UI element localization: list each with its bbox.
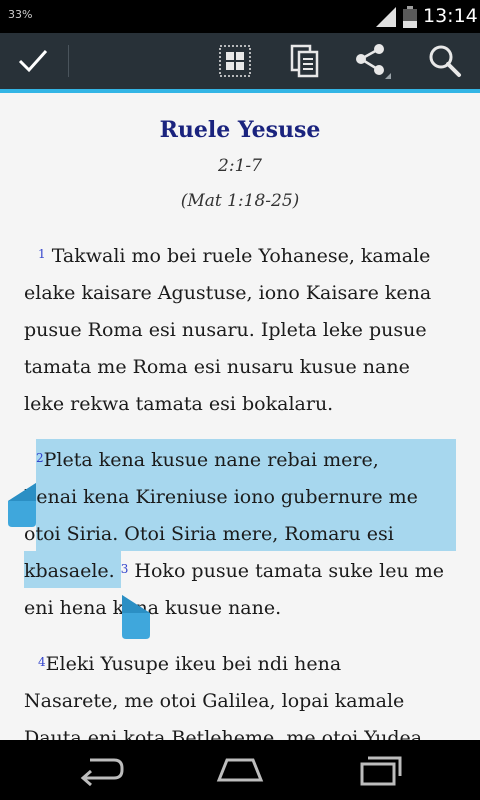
home-icon[interactable] xyxy=(215,752,265,788)
verse-4-continuation[interactable]: Nasarete, me otoi Galilea, lopai kamale … xyxy=(24,683,464,740)
checkmark-icon xyxy=(18,49,48,73)
verse-number: 1 xyxy=(38,247,46,261)
parallel-reference: (Mat 1:18-25) xyxy=(180,191,300,211)
verse-1-continuation[interactable]: elake kaisare Agustuse, iono Kaisare ken… xyxy=(24,275,464,423)
select-verses-button[interactable] xyxy=(215,41,255,81)
verse-2-continuation[interactable]: henai kena Kireniuse iono gubernure me o… xyxy=(24,479,464,627)
navigation-bar xyxy=(0,740,480,800)
copy-icon xyxy=(290,44,319,78)
signal-icon xyxy=(376,7,396,27)
grid-icon xyxy=(219,45,251,77)
copy-button[interactable] xyxy=(285,41,325,81)
share-icon xyxy=(356,44,391,79)
reader-content[interactable]: Ruele Yesuse 2:1-7 (Mat 1:18-25) 1 Takwa… xyxy=(0,93,480,740)
clock: 13:14 xyxy=(423,5,478,27)
done-button[interactable] xyxy=(13,41,53,81)
status-bar: 33% 13:14 xyxy=(0,0,480,33)
section-heading: Ruele Yesuse xyxy=(159,117,321,143)
selection-end-handle[interactable] xyxy=(120,595,150,639)
verse-1[interactable]: 1 Takwali mo bei ruele Yohanese, kamale xyxy=(24,238,464,275)
verse-number: 4 xyxy=(38,655,46,669)
search-button[interactable] xyxy=(425,41,465,81)
chapter-reference: 2:1-7 xyxy=(218,156,262,176)
recent-apps-icon[interactable] xyxy=(358,752,404,788)
search-icon xyxy=(429,45,461,77)
selection-start-handle[interactable] xyxy=(8,483,38,527)
action-bar-divider xyxy=(68,45,69,77)
verse-2[interactable]: 2Pleta kena kusue nane rebai mere, xyxy=(24,442,464,479)
action-bar xyxy=(0,33,480,93)
battery-percent: 33% xyxy=(8,8,33,21)
verse-number: 3 xyxy=(120,562,129,576)
verse-number: 2 xyxy=(36,451,44,465)
share-button[interactable] xyxy=(353,41,393,81)
back-icon[interactable] xyxy=(78,752,124,788)
battery-icon xyxy=(403,6,417,28)
verse-4[interactable]: 4Eleki Yusupe ikeu bei ndi hena xyxy=(24,646,464,683)
